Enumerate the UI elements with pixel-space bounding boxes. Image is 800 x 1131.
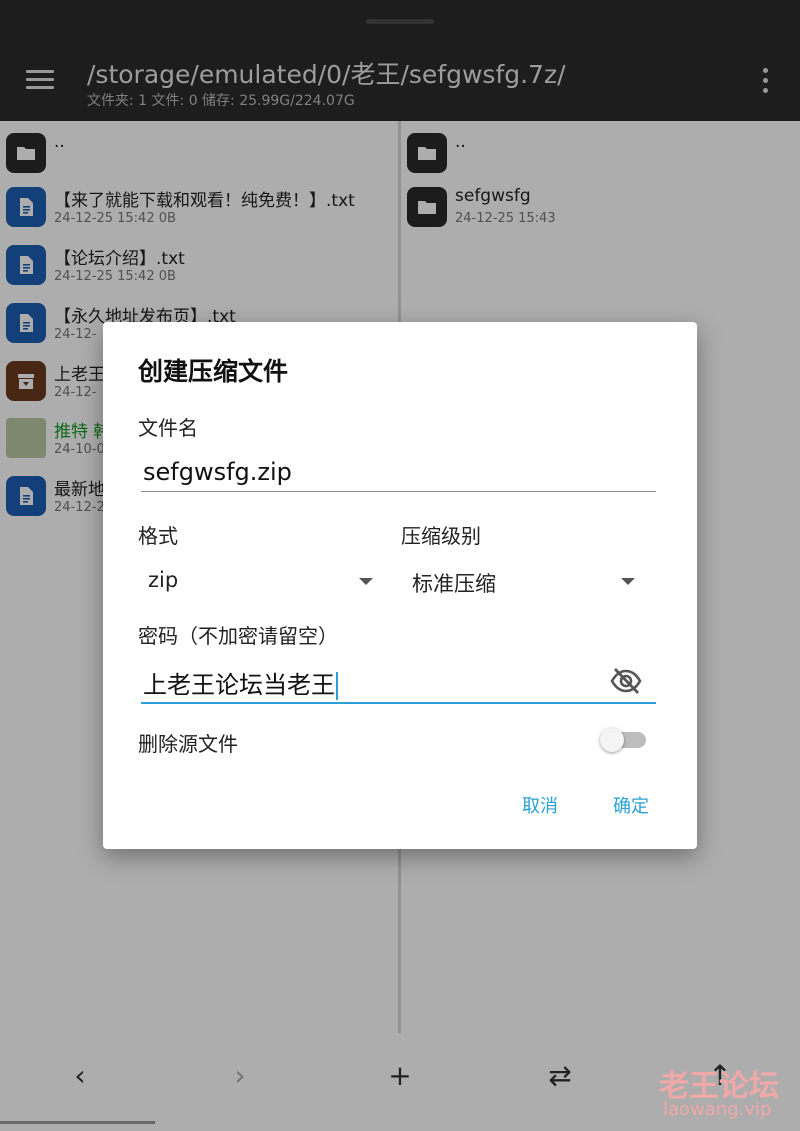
- password-text: 上老王论坛当老王: [143, 671, 335, 699]
- password-underline: [141, 702, 656, 704]
- text-cursor: [336, 672, 338, 700]
- chevron-down-icon: [359, 578, 373, 585]
- filename-field[interactable]: sefgwsfg.zip: [143, 458, 292, 486]
- compression-level-value: 标准压缩: [412, 572, 496, 596]
- watermark-url: laowang.vip: [663, 1099, 772, 1120]
- toggle-thumb: [600, 728, 624, 752]
- dialog-title: 创建压缩文件: [138, 357, 289, 386]
- format-label: 格式: [138, 524, 178, 548]
- filename-label: 文件名: [138, 416, 198, 440]
- confirm-button[interactable]: 确定: [613, 792, 649, 818]
- eye-off-icon[interactable]: [609, 664, 643, 698]
- compression-level-label: 压缩级别: [401, 524, 481, 548]
- chevron-down-icon: [621, 578, 635, 585]
- format-value: zip: [148, 568, 179, 592]
- delete-source-label: 删除源文件: [138, 732, 238, 756]
- password-label: 密码（不加密请留空）: [138, 624, 338, 648]
- create-archive-dialog: 创建压缩文件 文件名 sefgwsfg.zip 格式 压缩级别 zip 标准压缩…: [103, 322, 697, 849]
- filename-underline: [141, 491, 656, 492]
- password-field[interactable]: 上老王论坛当老王: [143, 665, 338, 700]
- watermark-layer: 老王论坛 laowang.vip: [0, 1033, 800, 1131]
- delete-source-toggle[interactable]: [600, 728, 648, 752]
- cancel-button[interactable]: 取消: [522, 792, 558, 818]
